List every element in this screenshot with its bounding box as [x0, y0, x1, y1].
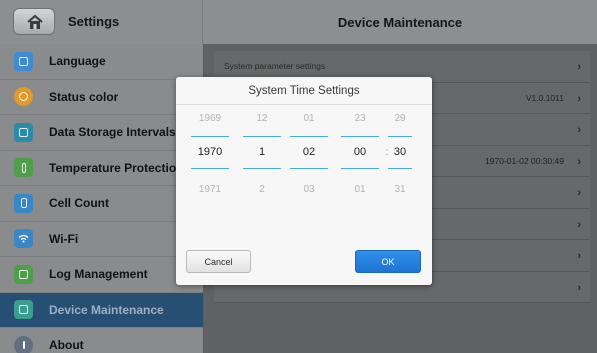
day-current: 02: [302, 146, 316, 158]
page-title: Device Maintenance: [337, 14, 463, 30]
row-value: V1.0.1011: [525, 92, 564, 103]
sidebar-item-status-color[interactable]: Status color: [0, 80, 203, 115]
year-current: 1970: [197, 146, 223, 158]
chevron-right-icon: ›: [577, 92, 581, 105]
sidebar-item-log-management[interactable]: Log Management: [0, 257, 203, 293]
month-current: 1: [258, 146, 266, 158]
day-next: 03: [303, 184, 315, 195]
settings-header: Settings: [0, 0, 203, 44]
sidebar-item-label: About: [49, 338, 84, 353]
chevron-right-icon: ›: [577, 250, 581, 262]
chevron-right-icon: ›: [577, 281, 581, 294]
month-line-bottom: [243, 168, 281, 169]
hour-line-top: [341, 136, 379, 137]
sidebar-item-label: Log Management: [49, 267, 148, 282]
settings-title: Settings: [68, 14, 120, 29]
year-line-bottom: [191, 168, 229, 169]
info-icon: [14, 335, 33, 353]
day-line-bottom: [290, 168, 328, 169]
thermometer-icon: [14, 158, 33, 178]
home-icon: [27, 14, 43, 29]
page-header: Device Maintenance: [203, 0, 597, 44]
ok-button[interactable]: OK: [355, 250, 421, 273]
sidebar-item-data-storage-intervals[interactable]: Data Storage Intervals: [0, 115, 203, 151]
year-line-top: [191, 136, 229, 137]
hour-next: 01: [354, 184, 366, 195]
chevron-right-icon: ›: [577, 61, 581, 73]
maintenance-icon: [14, 300, 33, 320]
year-wheel[interactable]: 1969 1970 1971: [191, 105, 229, 235]
minute-line-top: [388, 136, 412, 137]
hour-wheel[interactable]: 23 00 01: [341, 105, 379, 235]
year-next: 1971: [198, 184, 222, 195]
wifi-icon: [14, 229, 33, 249]
minute-prev: 29: [394, 113, 406, 124]
sidebar-item-about[interactable]: About: [0, 328, 203, 353]
minute-next: 31: [394, 184, 406, 195]
sidebar-item-label: Status color: [49, 89, 119, 104]
month-line-top: [243, 136, 281, 137]
row-name: System parameter settings: [224, 61, 326, 72]
minute-current: 30: [393, 146, 407, 158]
palette-icon: [14, 87, 33, 107]
hour-current: 00: [353, 146, 367, 158]
log-icon: [14, 264, 33, 284]
sidebar-item-temperature-protection[interactable]: Temperature Protection: [0, 151, 203, 186]
day-line-top: [290, 136, 328, 137]
cancel-button[interactable]: Cancel: [186, 250, 251, 273]
sidebar-item-device-maintenance[interactable]: Device Maintenance: [0, 292, 203, 328]
chevron-right-icon: ›: [577, 218, 581, 231]
sidebar-item-cell-count[interactable]: Cell Count: [0, 186, 203, 222]
time-picker: 1969 1970 1971 12 1 2 01 02 03 23 00 01 …: [176, 105, 432, 235]
year-prev: 1969: [198, 113, 222, 124]
minute-line-bottom: [388, 168, 412, 169]
sidebar-item-label: Device Maintenance: [49, 302, 164, 317]
dialog-title: System Time Settings: [176, 77, 432, 105]
chevron-right-icon: ›: [577, 187, 581, 199]
battery-icon: [14, 193, 33, 213]
month-prev: 12: [256, 113, 268, 124]
sidebar-item-label: Wi-Fi: [49, 231, 79, 246]
storage-icon: [14, 122, 33, 142]
language-icon: [14, 51, 33, 71]
home-button[interactable]: [13, 8, 55, 35]
row-value: 1970-01-02 00:30:49: [485, 155, 564, 166]
sidebar-item-label: Data Storage Intervals: [49, 125, 176, 140]
title-bar: Settings Device Maintenance: [0, 0, 597, 44]
hour-line-bottom: [341, 168, 379, 169]
hour-prev: 23: [354, 113, 366, 124]
day-prev: 01: [303, 113, 315, 124]
minute-wheel[interactable]: 29 30 31: [388, 105, 412, 235]
chevron-right-icon: ›: [577, 124, 581, 136]
month-next: 2: [259, 184, 265, 195]
chevron-right-icon: ›: [577, 155, 581, 168]
sidebar-item-label: Cell Count: [49, 196, 109, 211]
sidebar-item-label: Temperature Protection: [49, 160, 184, 175]
sidebar-item-label: Language: [49, 54, 106, 69]
month-wheel[interactable]: 12 1 2: [243, 105, 281, 235]
sidebar-item-wifi[interactable]: Wi-Fi: [0, 222, 203, 257]
system-time-dialog: System Time Settings 1969 1970 1971 12 1…: [176, 77, 432, 285]
day-wheel[interactable]: 01 02 03: [290, 105, 328, 235]
sidebar: Language Status color Data Storage Inter…: [0, 44, 203, 353]
sidebar-item-language[interactable]: Language: [0, 44, 203, 80]
